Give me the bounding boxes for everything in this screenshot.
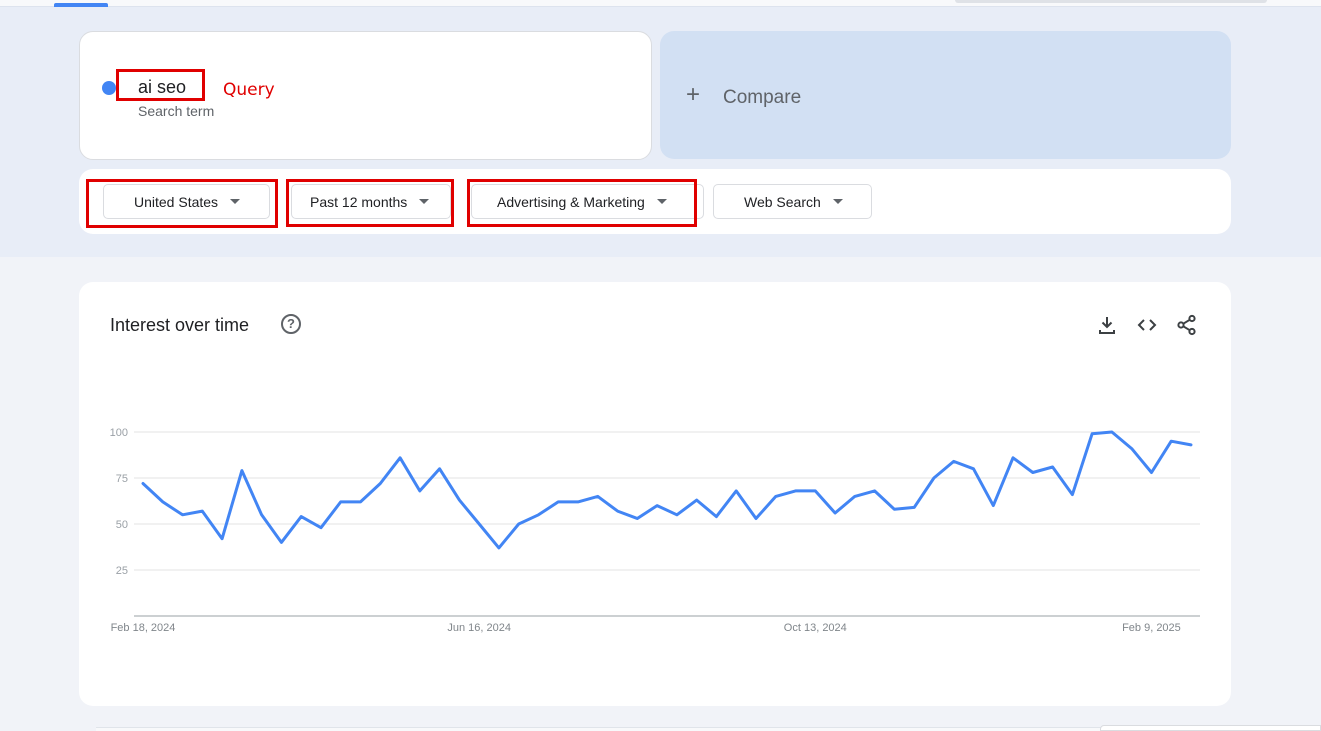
chevron-down-icon [230,199,241,204]
time-range-label: Past 12 months [310,193,408,210]
region-label: United States [134,193,219,210]
series-line [141,430,1193,550]
compare-label: Compare [723,87,802,108]
active-tab-indicator [54,3,108,7]
category-dropdown[interactable]: Advertising & Marketing [471,184,704,219]
bottom-edge [96,727,1101,731]
query-annotation: Query [223,80,275,100]
y-tick-label: 25 [116,565,128,577]
search-term-subtitle: Search term [138,103,215,119]
series-color-dot [102,81,116,95]
chevron-down-icon [832,199,843,204]
x-tick-label: Oct 13, 2024 [784,622,847,634]
bottom-right-edge [1100,725,1321,731]
filters-bar: United States Past 12 months Advertising… [79,169,1231,234]
interest-chart: 100 75 50 25 Feb 18, 2024 Jun 16, 2024 Oct 13,… [110,427,1200,634]
y-tick-label: 50 [116,519,128,531]
x-tick-label: Feb 9, 2025 [1122,622,1181,634]
y-tick-label: 100 [110,427,128,439]
property-label: Web Search [744,193,821,210]
search-term-card[interactable]: ai seo Search term Query [79,31,652,160]
query-highlight-box [116,69,205,101]
category-label: Advertising & Marketing [497,193,645,210]
chevron-down-icon [656,199,667,204]
top-right-shadow [955,0,1267,3]
x-tick-label: Feb 18, 2024 [111,622,176,634]
chevron-down-icon [419,199,430,204]
search-property-dropdown[interactable]: Web Search [713,184,872,219]
plus-icon: + [686,81,701,108]
compare-button[interactable]: + Compare [660,31,1231,159]
y-tick-label: 75 [116,473,128,485]
time-range-dropdown[interactable]: Past 12 months [291,184,451,219]
x-tick-label: Jun 16, 2024 [447,622,511,634]
region-dropdown[interactable]: United States [103,184,270,219]
interest-over-time-card: Interest over time ? 100 75 50 25 Feb 18, 20… [79,282,1231,706]
